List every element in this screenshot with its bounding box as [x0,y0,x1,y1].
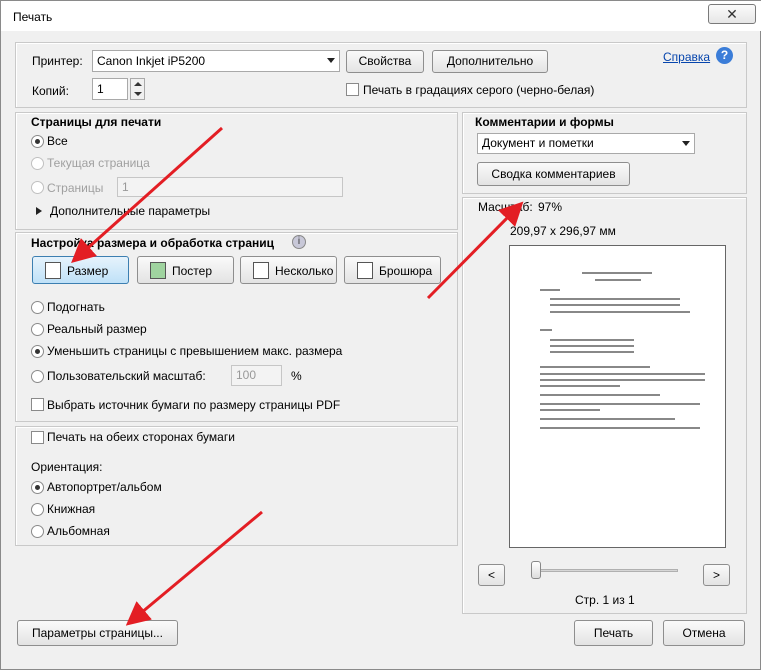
arrow-to-page-setup [125,510,263,626]
arrow-to-scale [426,201,524,300]
annotation-arrows [71,126,524,626]
arrow-to-size-mode [71,126,223,263]
